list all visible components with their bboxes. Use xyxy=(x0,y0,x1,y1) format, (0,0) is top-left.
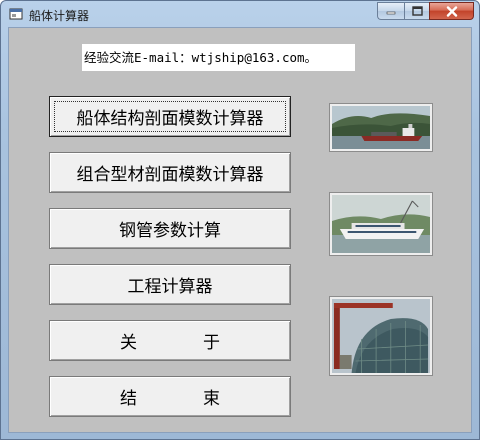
title-bar[interactable]: 船体计算器 xyxy=(1,1,479,27)
cargo-ship-photo xyxy=(329,103,433,152)
engineering-calculator-button[interactable]: 工程计算器 xyxy=(49,264,291,305)
about-label-left: 关 xyxy=(120,333,137,353)
exit-button[interactable]: 结 束 xyxy=(49,376,291,417)
app-icon xyxy=(9,8,23,20)
hull-section-modulus-label: 船体结构剖面模数计算器 xyxy=(76,109,264,129)
exit-label-left: 结 xyxy=(120,389,137,409)
window-title: 船体计算器 xyxy=(29,9,90,23)
app-window: 船体计算器 经验交流E-mail：wtjship@163.com。 船体结构剖面… xyxy=(0,0,480,440)
hull-section-modulus-button[interactable]: 船体结构剖面模数计算器 xyxy=(49,96,291,137)
steel-pipe-calc-button[interactable]: 钢管参数计算 xyxy=(49,208,291,249)
combined-section-modulus-label: 组合型材剖面模数计算器 xyxy=(76,165,264,185)
close-icon xyxy=(446,5,457,17)
engineering-calculator-label: 工程计算器 xyxy=(127,277,213,297)
email-label: 经验交流E-mail：wtjship@163.com。 xyxy=(82,44,355,71)
exit-label-right: 束 xyxy=(203,389,220,409)
minimize-icon xyxy=(386,11,396,15)
close-button[interactable] xyxy=(429,2,474,20)
steel-pipe-calc-label: 钢管参数计算 xyxy=(119,221,221,241)
combined-section-modulus-button[interactable]: 组合型材剖面模数计算器 xyxy=(49,152,291,193)
passenger-ferry-photo xyxy=(329,192,433,256)
form-client-area: 经验交流E-mail：wtjship@163.com。 船体结构剖面模数计算器 … xyxy=(8,27,472,433)
about-button[interactable]: 关 于 xyxy=(49,320,291,361)
caption-buttons xyxy=(377,2,474,21)
maximize-icon xyxy=(411,6,423,16)
about-label-right: 于 xyxy=(203,333,220,353)
minimize-button[interactable] xyxy=(377,2,404,20)
hull-construction-photo xyxy=(329,296,433,376)
maximize-button[interactable] xyxy=(404,2,429,20)
